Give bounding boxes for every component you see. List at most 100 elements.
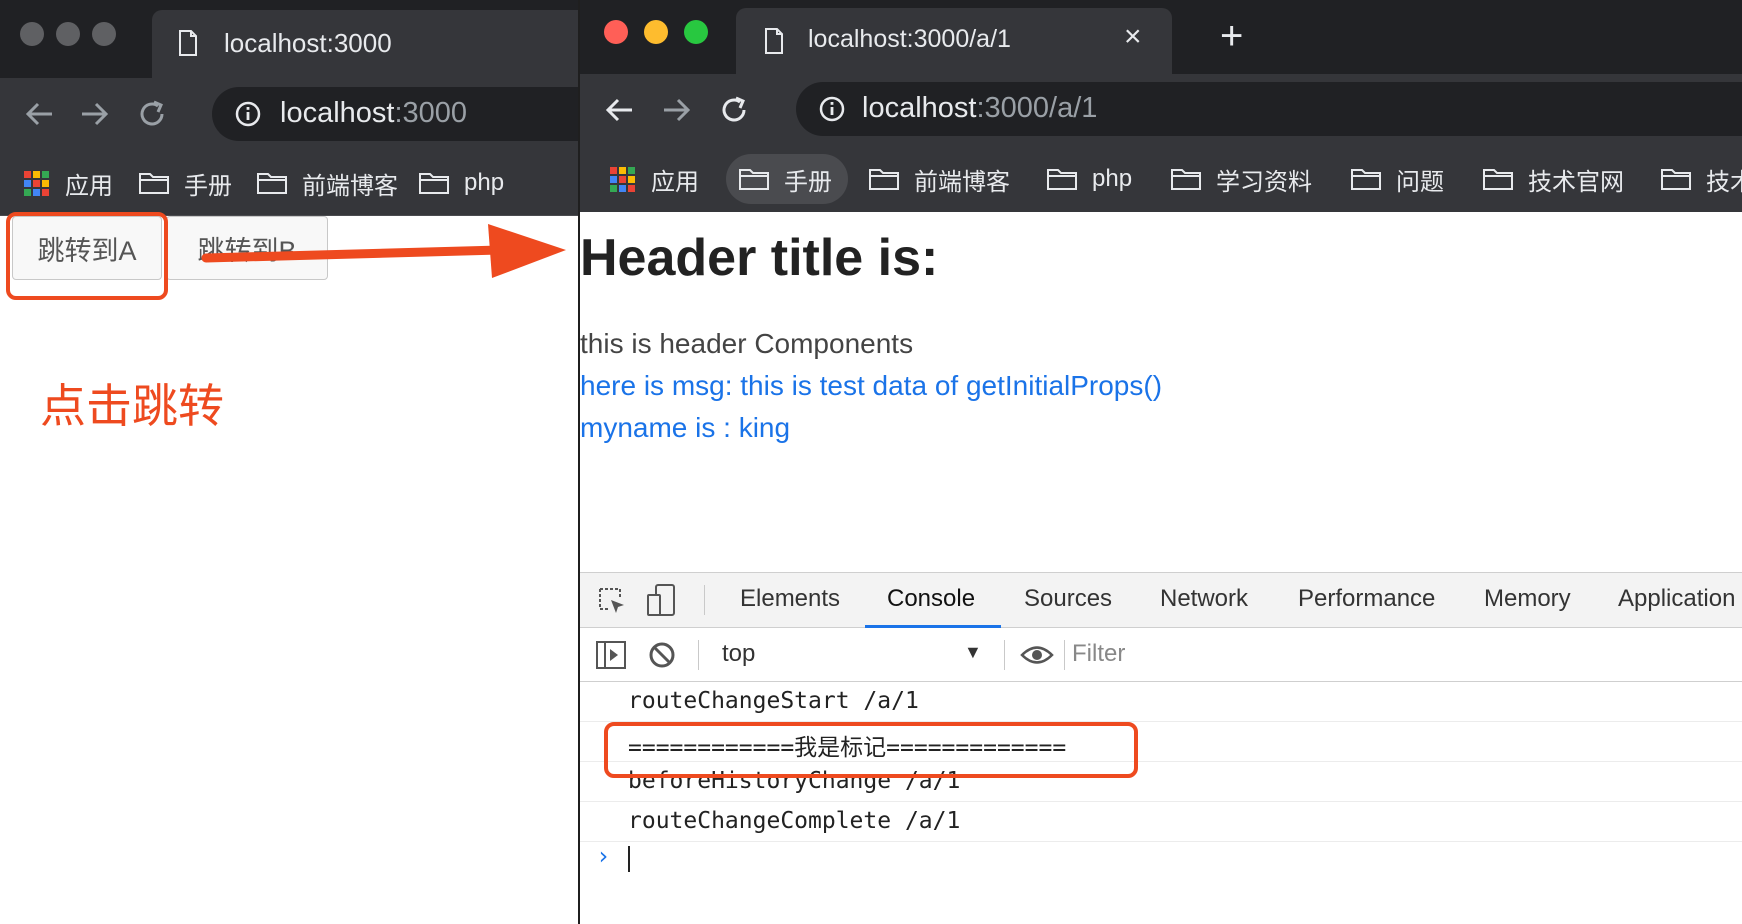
folder-icon bbox=[869, 169, 899, 190]
reload-icon[interactable] bbox=[134, 96, 170, 132]
right-url-host: localhost bbox=[862, 92, 977, 124]
left-url-port: :3000 bbox=[394, 97, 468, 129]
bookmark-folder[interactable]: php bbox=[418, 166, 504, 200]
document-icon bbox=[765, 28, 783, 54]
bookmark-folder[interactable]: 问题 bbox=[1350, 162, 1444, 196]
console-filter-bar: top ▼ Filter bbox=[580, 628, 1742, 682]
right-browser-window: localhost:3000/a/1 × + localhost:3000/a/… bbox=[578, 0, 1742, 924]
device-toolbar-icon[interactable] bbox=[646, 583, 678, 617]
devtools-tab-bar: Elements Console Sources Network Perform… bbox=[580, 572, 1742, 628]
bookmark-folder[interactable]: 前端博客 bbox=[868, 162, 1010, 196]
tab-network[interactable]: Network bbox=[1160, 585, 1248, 613]
console-log-row: routeChangeStart /a/1 bbox=[580, 682, 1742, 722]
bookmark-folder[interactable]: 前端博客 bbox=[256, 166, 398, 200]
left-active-tab[interactable]: localhost:3000 bbox=[152, 10, 578, 78]
toolbar-separator bbox=[1064, 640, 1065, 670]
right-tab-strip: localhost:3000/a/1 × + bbox=[580, 0, 1742, 74]
console-output: routeChangeStart /a/1 ============我是标记==… bbox=[580, 682, 1742, 924]
left-url-host: localhost bbox=[280, 97, 395, 129]
zoom-window-dot[interactable] bbox=[684, 20, 708, 44]
toolbar-separator bbox=[1004, 640, 1005, 670]
header-components-text: this is header Components bbox=[580, 328, 914, 359]
dropdown-arrow-icon[interactable]: ▼ bbox=[964, 642, 982, 663]
close-tab-icon[interactable]: × bbox=[1124, 20, 1142, 54]
tab-performance[interactable]: Performance bbox=[1298, 585, 1435, 613]
context-selector[interactable]: top bbox=[722, 640, 755, 668]
close-window-dot[interactable] bbox=[604, 20, 628, 44]
tab-elements[interactable]: Elements bbox=[740, 585, 840, 613]
reload-icon[interactable] bbox=[716, 92, 752, 128]
live-expression-eye-icon[interactable] bbox=[1020, 642, 1054, 668]
bookmark-label: php bbox=[1092, 165, 1133, 192]
right-address-bar[interactable]: localhost:3000/a/1 bbox=[796, 82, 1742, 136]
bookmark-label: 应用 bbox=[651, 168, 699, 196]
folder-icon bbox=[257, 173, 287, 194]
bookmark-label: 前端博客 bbox=[302, 172, 398, 200]
bookmark-label: 手册 bbox=[184, 172, 232, 200]
right-url-path: :3000/a/1 bbox=[976, 92, 1098, 124]
left-browser-window: localhost:3000 localhost:3000 应用 手册 前端博客… bbox=[0, 0, 578, 924]
bookmark-apps[interactable]: 应用 bbox=[24, 166, 113, 200]
right-toolbar: localhost:3000/a/1 bbox=[580, 74, 1742, 146]
bookmark-label: 学习资料 bbox=[1216, 168, 1312, 196]
minimize-window-dot[interactable] bbox=[644, 20, 668, 44]
bookmark-label: 技术 bbox=[1706, 168, 1742, 196]
page-content: Header title is: this is header Componen… bbox=[580, 212, 1742, 572]
forward-arrow-icon[interactable] bbox=[658, 92, 694, 128]
right-bookmarks-bar: 应用 手册 前端博客 php 学习资料 问题 技术官网 技术 bbox=[580, 146, 1742, 212]
annotation-text: 点击跳转 bbox=[40, 380, 224, 432]
console-input-caret[interactable] bbox=[628, 846, 630, 872]
bookmark-folder[interactable]: 学习资料 bbox=[1170, 162, 1312, 196]
bookmark-folder[interactable]: 技术官网 bbox=[1482, 162, 1624, 196]
bookmark-label: 手册 bbox=[784, 168, 832, 196]
bookmark-folder[interactable]: 手册 bbox=[138, 166, 232, 200]
zoom-window-dot[interactable] bbox=[92, 22, 116, 46]
folder-icon bbox=[1171, 169, 1201, 190]
folder-icon bbox=[419, 173, 449, 194]
filter-input[interactable]: Filter bbox=[1072, 640, 1125, 668]
back-arrow-icon[interactable] bbox=[602, 92, 638, 128]
bookmark-label: 应用 bbox=[65, 172, 113, 200]
apps-grid-icon bbox=[610, 166, 635, 192]
left-address-bar[interactable]: localhost:3000 bbox=[212, 87, 578, 141]
apps-grid-icon bbox=[24, 170, 49, 196]
minimize-window-dot[interactable] bbox=[56, 22, 80, 46]
tab-console[interactable]: Console bbox=[887, 585, 975, 613]
tab-application[interactable]: Application bbox=[1618, 585, 1735, 613]
toolbar-separator bbox=[698, 640, 699, 670]
console-log-text: routeChangeStart /a/1 bbox=[628, 688, 919, 714]
folder-icon bbox=[139, 173, 169, 194]
bookmark-folder[interactable]: 技术 bbox=[1660, 162, 1742, 196]
folder-icon bbox=[1483, 169, 1513, 190]
annotation-arrow-icon bbox=[201, 224, 566, 278]
bookmark-label: 技术官网 bbox=[1528, 168, 1624, 196]
info-icon[interactable] bbox=[234, 100, 262, 128]
bookmark-apps[interactable]: 应用 bbox=[610, 162, 699, 196]
bookmark-folder[interactable]: php bbox=[1046, 162, 1132, 196]
folder-icon bbox=[1351, 169, 1381, 190]
highlight-box-log bbox=[604, 722, 1138, 778]
bookmark-label: 前端博客 bbox=[914, 168, 1010, 196]
sidebar-toggle-icon[interactable] bbox=[596, 641, 626, 669]
left-tab-title: localhost:3000 bbox=[224, 28, 392, 58]
bookmark-folder[interactable]: 手册 bbox=[738, 162, 832, 196]
msg-text: here is msg: this is test data of getIni… bbox=[580, 370, 1163, 401]
forward-arrow-icon[interactable] bbox=[76, 96, 112, 132]
left-toolbar: localhost:3000 bbox=[0, 78, 578, 150]
document-icon bbox=[179, 30, 197, 56]
left-tab-strip: localhost:3000 bbox=[0, 0, 578, 78]
inspect-element-icon[interactable] bbox=[596, 585, 628, 617]
close-window-dot[interactable] bbox=[20, 22, 44, 46]
right-url: localhost:3000/a/1 bbox=[862, 92, 1097, 125]
folder-icon bbox=[1661, 169, 1691, 190]
new-tab-icon[interactable]: + bbox=[1220, 14, 1243, 59]
back-arrow-icon[interactable] bbox=[22, 96, 58, 132]
bookmark-label: 问题 bbox=[1396, 168, 1444, 196]
header-title: Header title is: bbox=[580, 229, 939, 287]
info-icon[interactable] bbox=[818, 95, 846, 123]
right-active-tab[interactable]: localhost:3000/a/1 × bbox=[736, 8, 1172, 74]
tab-memory[interactable]: Memory bbox=[1484, 585, 1571, 613]
clear-console-icon[interactable] bbox=[648, 641, 676, 669]
highlight-box-button bbox=[6, 212, 168, 300]
tab-sources[interactable]: Sources bbox=[1024, 585, 1112, 613]
